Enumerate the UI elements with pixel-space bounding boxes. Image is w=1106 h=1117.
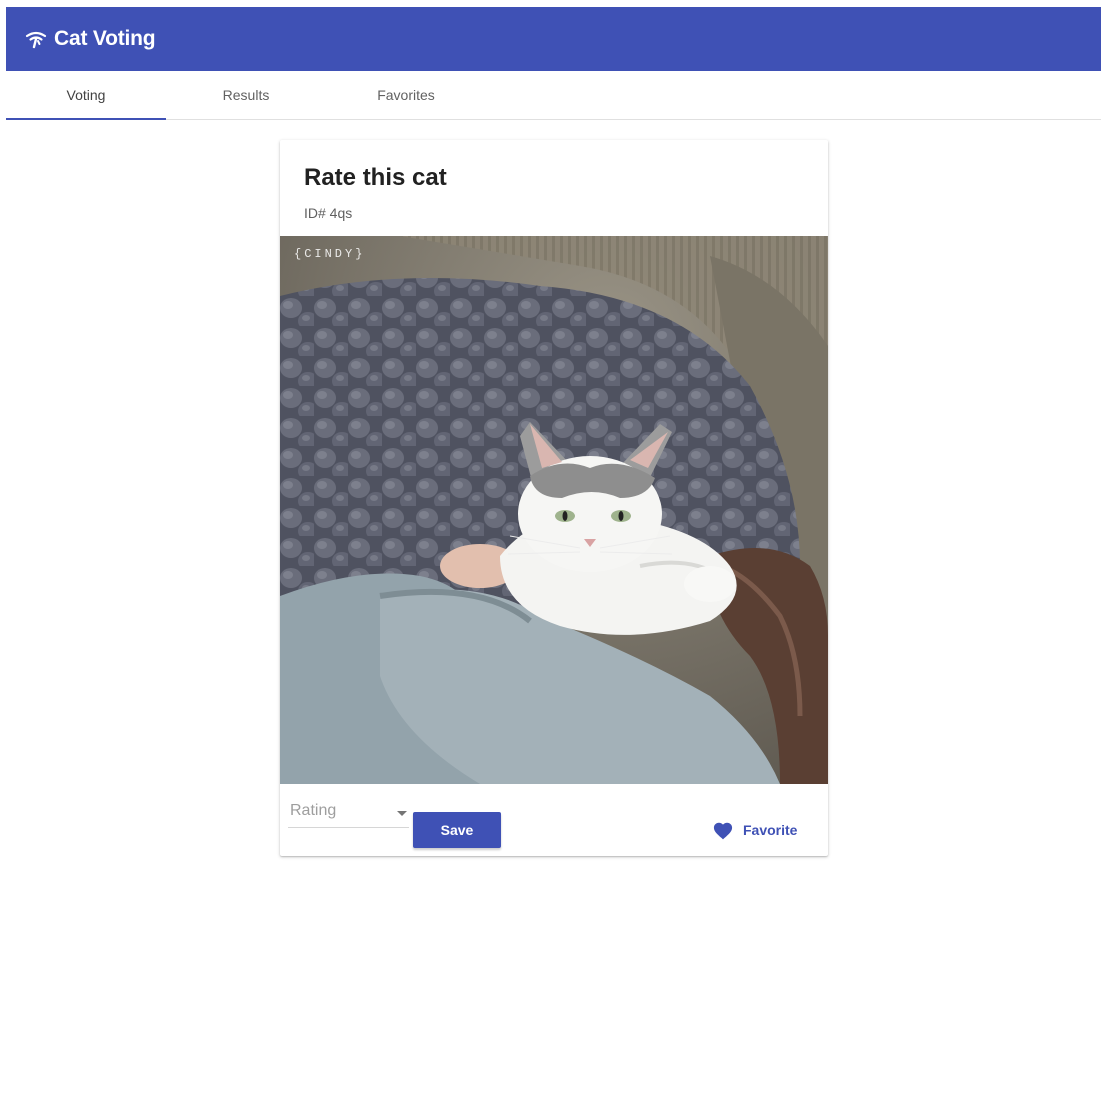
rating-placeholder: Rating bbox=[290, 802, 337, 819]
tab-bar: Voting Results Favorites bbox=[6, 71, 1101, 120]
page: Cat Voting Voting Results Favorites Rate… bbox=[0, 0, 1106, 1117]
image-watermark: {CINDY} bbox=[294, 247, 366, 261]
cat-id: ID# 4qs bbox=[304, 205, 353, 221]
rating-select[interactable]: Rating bbox=[288, 802, 409, 828]
tab-voting[interactable]: Voting bbox=[6, 71, 166, 120]
favorite-label: Favorite bbox=[743, 822, 798, 838]
rate-cat-card: Rate this cat ID# 4qs {CINDY} Rating Sav… bbox=[280, 140, 828, 856]
dropdown-arrow-icon bbox=[397, 811, 407, 816]
app-title: Cat Voting bbox=[54, 27, 156, 50]
card-title: Rate this cat bbox=[304, 164, 447, 191]
heart-icon bbox=[713, 822, 733, 840]
save-button[interactable]: Save bbox=[413, 812, 501, 848]
cat-image: {CINDY} bbox=[280, 236, 828, 784]
card-actions: Rating Save Favorite bbox=[280, 784, 828, 856]
favorite-button[interactable]: Favorite bbox=[712, 814, 797, 846]
app-bar: Cat Voting bbox=[6, 7, 1101, 71]
tab-results[interactable]: Results bbox=[166, 71, 326, 119]
wifi-cat-icon bbox=[24, 27, 48, 51]
tab-favorites[interactable]: Favorites bbox=[326, 71, 486, 119]
